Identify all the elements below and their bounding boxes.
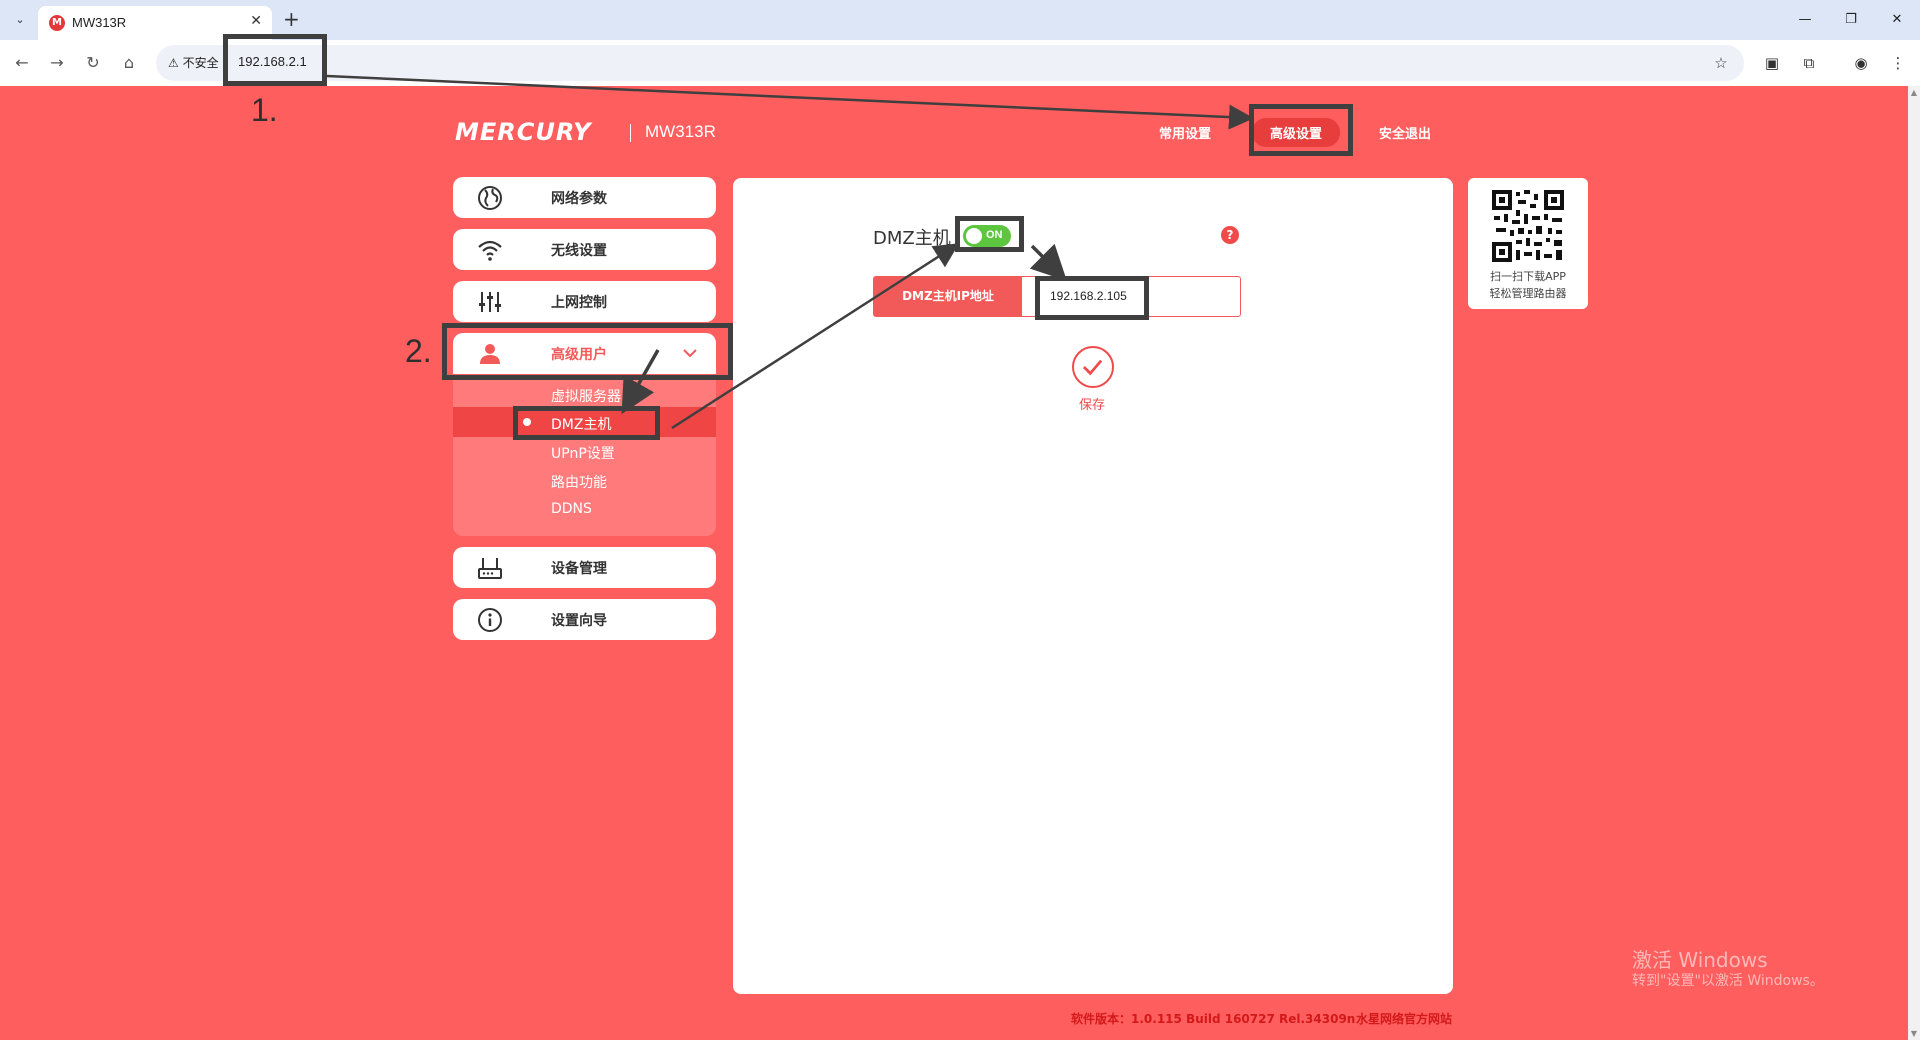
app-qr-card: 扫一扫下载APP 轻松管理路由器: [1468, 178, 1588, 309]
windows-activation-hint: 转到"设置"以激活 Windows。: [1632, 973, 1824, 989]
nav-logout[interactable]: 安全退出: [1379, 123, 1431, 142]
reload-icon[interactable]: ↻: [81, 51, 105, 75]
close-window-icon[interactable]: ✕: [1874, 8, 1920, 32]
page-scrollbar[interactable]: ▲ ▼: [1908, 86, 1920, 1040]
dmz-title: DMZ主机: [873, 228, 951, 249]
wifi-icon: [478, 240, 502, 261]
annotation-box-toggle: [955, 216, 1024, 252]
dmz-ip-label: DMZ主机IP地址: [874, 277, 1022, 316]
sidebar-item-access-control[interactable]: 上网控制: [453, 281, 716, 322]
address-bar[interactable]: ⚠ 不安全 192.168.2.1 ☆: [156, 45, 1744, 81]
sidebar-item-device-management[interactable]: 设备管理: [453, 547, 716, 588]
sidebar-item-label: 设备管理: [551, 561, 607, 577]
minimize-icon[interactable]: —: [1782, 8, 1828, 32]
help-icon[interactable]: ?: [1221, 226, 1239, 244]
warning-triangle-icon: ⚠: [168, 56, 179, 70]
annotation-box-ip: [1035, 276, 1149, 320]
restore-icon[interactable]: ❐: [1828, 8, 1874, 32]
submenu-ddns[interactable]: DDNS: [551, 501, 592, 517]
scroll-up-arrow-icon[interactable]: ▲: [1908, 88, 1920, 97]
submenu-upnp[interactable]: UPnP设置: [551, 443, 615, 463]
sidebar-item-wireless[interactable]: 无线设置: [453, 229, 716, 270]
annotation-box-url: [223, 34, 327, 86]
save-button-label[interactable]: 保存: [1079, 394, 1105, 413]
submenu-routing[interactable]: 路由功能: [551, 472, 607, 492]
sidebar-item-label: 设置向导: [551, 613, 607, 629]
bookmark-star-icon[interactable]: ☆: [1709, 51, 1733, 75]
home-icon[interactable]: ⌂: [117, 51, 141, 75]
extension-app-icon[interactable]: ▣: [1760, 51, 1784, 75]
qr-code-icon: [1490, 188, 1566, 264]
qr-caption-line1: 扫一扫下载APP: [1490, 270, 1566, 283]
mercury-logo: MERCURY: [455, 118, 592, 146]
tab-close-icon[interactable]: ✕: [250, 13, 262, 29]
sliders-icon: [479, 292, 501, 312]
mercury-favicon-icon: M: [49, 15, 65, 31]
advanced-user-submenu: 虚拟服务器 DMZ主机 UPnP设置 路由功能 DDNS: [453, 375, 716, 536]
annotation-box-advanced: [1249, 104, 1353, 156]
sidebar-item-setup-wizard[interactable]: 设置向导: [453, 599, 716, 640]
router-model: MW313R: [645, 122, 716, 141]
tab-title: MW313R: [72, 15, 127, 30]
qr-caption-line2: 轻松管理路由器: [1489, 287, 1567, 300]
extensions-puzzle-icon[interactable]: ⧉: [1797, 51, 1821, 75]
info-icon: [478, 608, 502, 632]
windows-activation-title: 激活 Windows: [1632, 948, 1768, 972]
annotation-box-advanced-user: [442, 323, 733, 380]
nav-common-settings[interactable]: 常用设置: [1159, 123, 1211, 142]
official-site-link[interactable]: 水星网络官方网站: [1356, 1010, 1452, 1027]
annotation-step-1: 1.: [251, 92, 278, 128]
save-check-icon[interactable]: [1072, 346, 1114, 388]
logo-divider: [630, 124, 631, 142]
annotation-step-2: 2.: [405, 333, 432, 369]
globe-icon: [478, 186, 502, 210]
sidebar-item-label: 无线设置: [551, 243, 607, 259]
sidebar-item-network[interactable]: 网络参数: [453, 177, 716, 218]
not-secure-indicator[interactable]: ⚠ 不安全: [168, 54, 219, 71]
forward-icon[interactable]: →: [45, 51, 69, 75]
firmware-version: 软件版本：1.0.115 Build 160727 Rel.34309n: [1071, 1012, 1356, 1026]
menu-kebab-icon[interactable]: ⋮: [1886, 51, 1910, 75]
submenu-virtual-server[interactable]: 虚拟服务器: [551, 386, 621, 406]
router-icon: [478, 558, 502, 579]
annotation-box-dmz-menu: [513, 406, 660, 440]
back-icon[interactable]: ←: [10, 51, 34, 75]
sidebar-item-label: 上网控制: [551, 295, 607, 311]
scroll-down-arrow-icon[interactable]: ▼: [1908, 1029, 1920, 1038]
profile-icon[interactable]: ◉: [1849, 51, 1873, 75]
new-tab-plus-icon[interactable]: +: [283, 7, 300, 31]
tab-search-chevron-icon[interactable]: ⌄: [10, 10, 30, 30]
sidebar-item-label: 网络参数: [551, 191, 607, 207]
